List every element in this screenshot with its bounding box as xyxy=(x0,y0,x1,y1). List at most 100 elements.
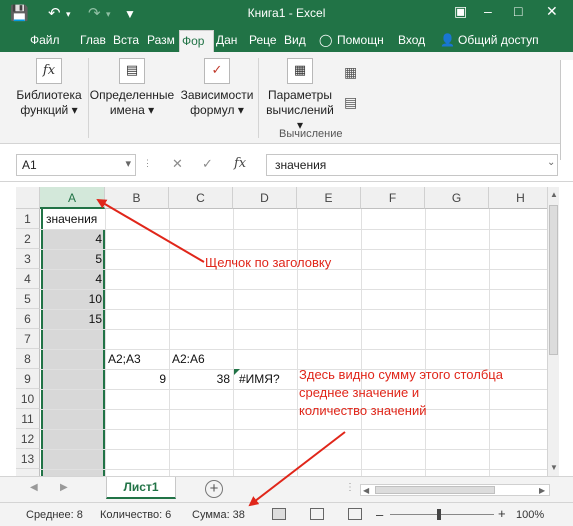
row-header-10[interactable]: 10 xyxy=(16,389,40,409)
cell-c8[interactable]: A2:A6 xyxy=(169,349,233,369)
scroll-down-icon[interactable]: ▼ xyxy=(550,463,558,472)
scroll-right-icon[interactable]: ▶ xyxy=(539,486,545,495)
function-library-button[interactable]: fx Библиотека функций ▾ xyxy=(14,58,84,118)
cell-a3[interactable]: 5 xyxy=(43,249,105,269)
row-header-6[interactable]: 6 xyxy=(16,309,40,329)
cell-a5[interactable]: 10 xyxy=(43,289,105,309)
tell-me-input[interactable]: Помощн xyxy=(337,33,384,47)
add-sheet-button[interactable]: + xyxy=(205,480,223,498)
row-header-12[interactable]: 12 xyxy=(16,429,40,449)
row-header-5[interactable]: 5 xyxy=(16,289,40,309)
row-header-2[interactable]: 2 xyxy=(16,229,40,249)
calculate-now-icon[interactable]: ▦ xyxy=(344,64,357,81)
share-button[interactable]: Общий доступ xyxy=(458,33,539,47)
calculation-options-button[interactable]: ▦ Параметры вычислений ▾ xyxy=(262,58,338,133)
formula-auditing-icon: ✓ xyxy=(204,58,230,84)
cell-a4[interactable]: 4 xyxy=(43,269,105,289)
row-header-13[interactable]: 13 xyxy=(16,449,40,469)
gridline xyxy=(40,229,547,230)
tab-file[interactable]: Файл xyxy=(30,33,60,47)
tab-view[interactable]: Вид xyxy=(284,33,306,47)
sheet-tab-list1[interactable]: Лист1 xyxy=(106,477,176,499)
column-header-a[interactable]: A xyxy=(40,187,105,209)
close-icon[interactable]: ✕ xyxy=(546,3,558,20)
zoom-slider-thumb[interactable] xyxy=(437,509,441,520)
select-all-button[interactable] xyxy=(16,187,40,209)
share-user-icon[interactable]: 👤 xyxy=(440,33,455,47)
lightbulb-icon[interactable]: ◯ xyxy=(319,33,332,47)
calculator-icon: ▦ xyxy=(287,58,313,84)
page-break-view-icon[interactable] xyxy=(348,508,362,520)
formula-auditing-button[interactable]: ✓ Зависимости формул ▾ xyxy=(177,58,257,118)
tab-data[interactable]: Дан xyxy=(216,33,237,47)
chevron-down-icon[interactable]: ▾ xyxy=(125,157,131,170)
cell-a2[interactable]: 4 xyxy=(43,229,105,249)
row-header-3[interactable]: 3 xyxy=(16,249,40,269)
sign-in-link[interactable]: Вход xyxy=(398,33,425,47)
cancel-icon[interactable]: ✕ xyxy=(172,156,183,172)
calculate-sheet-icon[interactable]: ▤ xyxy=(344,94,357,111)
sheet-scroll-right-icon[interactable]: ▶ xyxy=(60,482,68,493)
column-header-h[interactable]: H xyxy=(489,187,547,209)
ribbon-tabs: Файл Глав Вста Разм Фор Дан Реце Вид ◯ П… xyxy=(0,28,573,52)
defined-names-label-2: имена xyxy=(109,103,145,117)
tab-page-layout[interactable]: Разм xyxy=(147,33,175,47)
formula-input[interactable]: значения xyxy=(266,154,558,176)
status-count[interactable]: Количество: 6 xyxy=(100,509,171,521)
sheet-scroll-left-icon[interactable]: ◀ xyxy=(30,482,38,493)
row-header-7[interactable]: 7 xyxy=(16,329,40,349)
normal-view-icon[interactable] xyxy=(272,508,286,520)
defined-names-button[interactable]: ▤ Определенные имена ▾ xyxy=(87,58,177,118)
row-header-4[interactable]: 4 xyxy=(16,269,40,289)
column-header-b[interactable]: B xyxy=(105,187,169,209)
page-layout-view-icon[interactable] xyxy=(310,508,324,520)
status-average[interactable]: Среднее: 8 xyxy=(26,509,83,521)
row-header-1[interactable]: 1 xyxy=(16,209,40,229)
name-box[interactable]: A1 ▾ xyxy=(16,154,136,176)
scroll-up-icon[interactable]: ▲ xyxy=(550,190,558,199)
sheet-tabs-grip-icon[interactable]: ⋮ xyxy=(345,482,355,493)
expand-formula-bar-icon[interactable]: ⌄ xyxy=(547,157,555,168)
zoom-in-icon[interactable]: + xyxy=(498,506,506,521)
cell-b9[interactable]: 9 xyxy=(105,369,169,389)
gridline xyxy=(40,329,547,330)
worksheet-grid[interactable]: A B C D E F G H 1 2 3 4 5 6 7 8 9 10 11 … xyxy=(16,187,547,476)
column-header-e[interactable]: E xyxy=(297,187,361,209)
tab-review[interactable]: Реце xyxy=(249,33,277,47)
row-header-8[interactable]: 8 xyxy=(16,349,40,369)
row-header-9[interactable]: 9 xyxy=(16,369,40,389)
column-header-d[interactable]: D xyxy=(233,187,297,209)
ribbon-display-icon[interactable]: ▣ xyxy=(454,3,467,20)
horizontal-scroll-thumb[interactable] xyxy=(375,486,495,494)
cell-b8[interactable]: A2;A3 xyxy=(105,349,169,369)
column-header-f[interactable]: F xyxy=(361,187,425,209)
tab-formulas[interactable]: Фор xyxy=(179,30,214,52)
enter-icon[interactable]: ✓ xyxy=(202,156,213,172)
formula-input-value: значения xyxy=(275,158,327,172)
zoom-out-icon[interactable]: – xyxy=(376,507,383,522)
cell-d9[interactable]: #ИМЯ? xyxy=(236,369,300,389)
gridline xyxy=(40,249,547,250)
maximize-icon[interactable]: □ xyxy=(514,3,522,19)
vertical-scrollbar[interactable]: ▲ ▼ xyxy=(547,187,559,476)
cell-a1[interactable]: значения xyxy=(43,209,105,229)
horizontal-scrollbar[interactable]: ◀ ▶ xyxy=(360,484,550,496)
column-header-c[interactable]: C xyxy=(169,187,233,209)
row-header-14[interactable] xyxy=(16,469,40,476)
tab-home[interactable]: Глав xyxy=(80,33,106,47)
gridline xyxy=(40,449,547,450)
status-sum[interactable]: Сумма: 38 xyxy=(192,509,245,521)
tab-insert[interactable]: Вста xyxy=(113,33,139,47)
insert-function-icon[interactable]: fx xyxy=(234,156,246,171)
gridline xyxy=(40,429,547,430)
calculation-group-label: Вычисление xyxy=(279,128,343,140)
cell-c9[interactable]: 38 xyxy=(169,369,233,389)
zoom-level[interactable]: 100% xyxy=(516,509,544,521)
column-header-g[interactable]: G xyxy=(425,187,489,209)
row-header-11[interactable]: 11 xyxy=(16,409,40,429)
zoom-slider[interactable] xyxy=(390,514,494,515)
vertical-scroll-thumb[interactable] xyxy=(549,205,558,355)
scroll-left-icon[interactable]: ◀ xyxy=(363,486,369,495)
minimize-icon[interactable]: – xyxy=(484,3,492,19)
cell-a6[interactable]: 15 xyxy=(43,309,105,329)
